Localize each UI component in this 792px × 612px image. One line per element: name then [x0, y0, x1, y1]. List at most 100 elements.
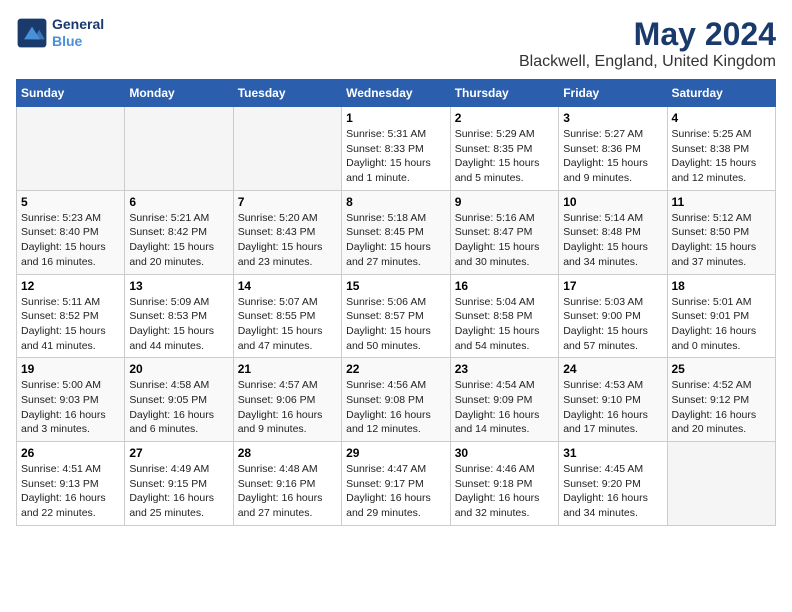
calendar-cell: 30 Sunrise: 4:46 AMSunset: 9:18 PMDayligh…: [450, 442, 558, 526]
day-info: Sunrise: 5:04 AMSunset: 8:58 PMDaylight:…: [455, 295, 554, 354]
calendar-week-5: 26 Sunrise: 4:51 AMSunset: 9:13 PMDayligh…: [17, 442, 776, 526]
day-info: Sunrise: 4:49 AMSunset: 9:15 PMDaylight:…: [129, 462, 228, 521]
logo-text: General Blue: [52, 16, 104, 50]
day-info: Sunrise: 5:21 AMSunset: 8:42 PMDaylight:…: [129, 211, 228, 270]
calendar-cell: 4 Sunrise: 5:25 AMSunset: 8:38 PMDaylight…: [667, 107, 776, 191]
day-number: 30: [455, 446, 554, 460]
calendar-cell: 3 Sunrise: 5:27 AMSunset: 8:36 PMDaylight…: [559, 107, 667, 191]
calendar-cell: 31 Sunrise: 4:45 AMSunset: 9:20 PMDayligh…: [559, 442, 667, 526]
calendar-table: SundayMondayTuesdayWednesdayThursdayFrid…: [16, 79, 776, 526]
weekday-header-monday: Monday: [125, 80, 233, 107]
calendar-cell: [125, 107, 233, 191]
calendar-cell: 17 Sunrise: 5:03 AMSunset: 9:00 PMDayligh…: [559, 274, 667, 358]
calendar-cell: 11Sunrise: 5:12 AMSunset: 8:50 PMDayligh…: [667, 190, 776, 274]
day-number: 29: [346, 446, 446, 460]
day-info: Sunrise: 5:23 AMSunset: 8:40 PMDaylight:…: [21, 211, 120, 270]
header: General Blue May 2024 Blackwell, England…: [16, 16, 776, 71]
day-info: Sunrise: 5:16 AMSunset: 8:47 PMDaylight:…: [455, 211, 554, 270]
day-number: 15: [346, 279, 446, 293]
day-info: Sunrise: 5:14 AMSunset: 8:48 PMDaylight:…: [563, 211, 662, 270]
calendar-cell: 10 Sunrise: 5:14 AMSunset: 8:48 PMDayligh…: [559, 190, 667, 274]
day-info: Sunrise: 5:01 AMSunset: 9:01 PMDaylight:…: [672, 295, 772, 354]
calendar-cell: 12 Sunrise: 5:11 AMSunset: 8:52 PMDayligh…: [17, 274, 125, 358]
calendar-week-4: 19Sunrise: 5:00 AMSunset: 9:03 PMDayligh…: [17, 358, 776, 442]
calendar-cell: 20Sunrise: 4:58 AMSunset: 9:05 PMDayligh…: [125, 358, 233, 442]
day-info: Sunrise: 4:47 AMSunset: 9:17 PMDaylight:…: [346, 462, 446, 521]
day-number: 31: [563, 446, 662, 460]
day-number: 27: [129, 446, 228, 460]
calendar-cell: 22Sunrise: 4:56 AMSunset: 9:08 PMDayligh…: [342, 358, 451, 442]
calendar-cell: 15 Sunrise: 5:06 AMSunset: 8:57 PMDayligh…: [342, 274, 451, 358]
calendar-week-2: 5 Sunrise: 5:23 AMSunset: 8:40 PMDaylight…: [17, 190, 776, 274]
weekday-header-saturday: Saturday: [667, 80, 776, 107]
calendar-week-3: 12 Sunrise: 5:11 AMSunset: 8:52 PMDayligh…: [17, 274, 776, 358]
day-number: 10: [563, 195, 662, 209]
day-number: 18: [672, 279, 772, 293]
day-number: 17: [563, 279, 662, 293]
day-info: Sunrise: 5:03 AMSunset: 9:00 PMDaylight:…: [563, 295, 662, 354]
day-info: Sunrise: 4:46 AMSunset: 9:18 PMDaylight:…: [455, 462, 554, 521]
day-number: 13: [129, 279, 228, 293]
calendar-cell: 16 Sunrise: 5:04 AMSunset: 8:58 PMDayligh…: [450, 274, 558, 358]
day-number: 19: [21, 362, 120, 376]
day-number: 24: [563, 362, 662, 376]
day-number: 25: [672, 362, 772, 376]
calendar-cell: 27 Sunrise: 4:49 AMSunset: 9:15 PMDayligh…: [125, 442, 233, 526]
weekday-header-friday: Friday: [559, 80, 667, 107]
calendar-title: May 2024: [519, 16, 776, 53]
day-number: 8: [346, 195, 446, 209]
day-info: Sunrise: 5:25 AMSunset: 8:38 PMDaylight:…: [672, 127, 772, 186]
calendar-cell: 23 Sunrise: 4:54 AMSunset: 9:09 PMDayligh…: [450, 358, 558, 442]
day-number: 1: [346, 111, 446, 125]
day-number: 5: [21, 195, 120, 209]
calendar-cell: 29 Sunrise: 4:47 AMSunset: 9:17 PMDayligh…: [342, 442, 451, 526]
weekday-header-thursday: Thursday: [450, 80, 558, 107]
day-number: 3: [563, 111, 662, 125]
day-info: Sunrise: 5:29 AMSunset: 8:35 PMDaylight:…: [455, 127, 554, 186]
day-info: Sunrise: 4:53 AMSunset: 9:10 PMDaylight:…: [563, 378, 662, 437]
calendar-cell: 19Sunrise: 5:00 AMSunset: 9:03 PMDayligh…: [17, 358, 125, 442]
calendar-cell: 13 Sunrise: 5:09 AMSunset: 8:53 PMDayligh…: [125, 274, 233, 358]
day-number: 9: [455, 195, 554, 209]
calendar-cell: 24 Sunrise: 4:53 AMSunset: 9:10 PMDayligh…: [559, 358, 667, 442]
logo-icon: [16, 17, 48, 49]
day-number: 6: [129, 195, 228, 209]
day-number: 4: [672, 111, 772, 125]
day-number: 21: [238, 362, 337, 376]
calendar-subtitle: Blackwell, England, United Kingdom: [519, 53, 776, 71]
day-info: Sunrise: 5:27 AMSunset: 8:36 PMDaylight:…: [563, 127, 662, 186]
day-number: 12: [21, 279, 120, 293]
calendar-cell: [667, 442, 776, 526]
day-info: Sunrise: 4:57 AMSunset: 9:06 PMDaylight:…: [238, 378, 337, 437]
day-info: Sunrise: 4:45 AMSunset: 9:20 PMDaylight:…: [563, 462, 662, 521]
day-info: Sunrise: 5:07 AMSunset: 8:55 PMDaylight:…: [238, 295, 337, 354]
day-number: 28: [238, 446, 337, 460]
calendar-cell: 18 Sunrise: 5:01 AMSunset: 9:01 PMDayligh…: [667, 274, 776, 358]
day-info: Sunrise: 4:58 AMSunset: 9:05 PMDaylight:…: [129, 378, 228, 437]
calendar-cell: 5 Sunrise: 5:23 AMSunset: 8:40 PMDaylight…: [17, 190, 125, 274]
day-number: 26: [21, 446, 120, 460]
day-number: 23: [455, 362, 554, 376]
day-info: Sunrise: 4:51 AMSunset: 9:13 PMDaylight:…: [21, 462, 120, 521]
calendar-cell: 7 Sunrise: 5:20 AMSunset: 8:43 PMDaylight…: [233, 190, 341, 274]
calendar-cell: 26 Sunrise: 4:51 AMSunset: 9:13 PMDayligh…: [17, 442, 125, 526]
day-info: Sunrise: 5:18 AMSunset: 8:45 PMDaylight:…: [346, 211, 446, 270]
day-info: Sunrise: 5:20 AMSunset: 8:43 PMDaylight:…: [238, 211, 337, 270]
calendar-cell: 8 Sunrise: 5:18 AMSunset: 8:45 PMDaylight…: [342, 190, 451, 274]
day-number: 7: [238, 195, 337, 209]
calendar-cell: 1Sunrise: 5:31 AMSunset: 8:33 PMDaylight…: [342, 107, 451, 191]
calendar-cell: 21 Sunrise: 4:57 AMSunset: 9:06 PMDayligh…: [233, 358, 341, 442]
calendar-cell: 6 Sunrise: 5:21 AMSunset: 8:42 PMDaylight…: [125, 190, 233, 274]
day-info: Sunrise: 5:06 AMSunset: 8:57 PMDaylight:…: [346, 295, 446, 354]
day-info: Sunrise: 5:12 AMSunset: 8:50 PMDaylight:…: [672, 211, 772, 270]
day-info: Sunrise: 5:11 AMSunset: 8:52 PMDaylight:…: [21, 295, 120, 354]
calendar-cell: 9 Sunrise: 5:16 AMSunset: 8:47 PMDaylight…: [450, 190, 558, 274]
weekday-header-row: SundayMondayTuesdayWednesdayThursdayFrid…: [17, 80, 776, 107]
logo: General Blue: [16, 16, 104, 50]
day-number: 16: [455, 279, 554, 293]
calendar-cell: [17, 107, 125, 191]
day-info: Sunrise: 4:54 AMSunset: 9:09 PMDaylight:…: [455, 378, 554, 437]
day-info: Sunrise: 4:52 AMSunset: 9:12 PMDaylight:…: [672, 378, 772, 437]
day-info: Sunrise: 5:09 AMSunset: 8:53 PMDaylight:…: [129, 295, 228, 354]
weekday-header-sunday: Sunday: [17, 80, 125, 107]
